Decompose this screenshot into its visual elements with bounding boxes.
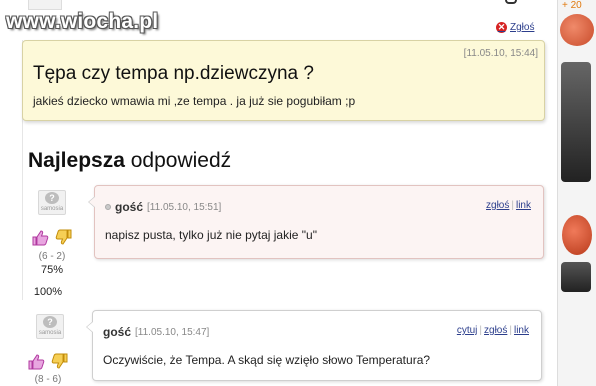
vote-score: (8 - 6) — [34, 374, 62, 385]
avatar[interactable]: ? samosia — [38, 190, 66, 215]
report-link[interactable]: ✕ Zgłoś — [496, 22, 534, 33]
question-time: [11.05.10, 15:44] — [463, 48, 538, 59]
ad-character-icon — [562, 215, 592, 255]
link-separator: | — [509, 325, 512, 336]
link-separator: | — [511, 200, 514, 211]
ad-phone-image — [561, 262, 591, 292]
side-ad-strip[interactable] — [557, 0, 596, 386]
thumb-down-icon[interactable] — [54, 229, 72, 245]
answer-time: [11.05.10, 15:47] — [135, 326, 210, 338]
ad-plus-label: + 20 — [562, 0, 582, 11]
bubble-arrow — [88, 196, 95, 208]
report-answer-link[interactable]: zgłoś — [486, 200, 509, 211]
watermark: www.wiocha.pl — [6, 10, 159, 33]
avatar-question-icon: ? — [45, 192, 59, 204]
answer-header: gość [11.05.10, 15:47] — [103, 325, 209, 339]
answer-author[interactable]: gość — [115, 200, 143, 214]
vote-percent: 75% — [40, 264, 64, 276]
answer-links: zgłoś | link — [486, 200, 531, 211]
report-answer-link[interactable]: zgłoś — [484, 325, 507, 336]
ad-phone-image — [561, 62, 591, 182]
link-separator: | — [479, 325, 483, 336]
thumb-up-icon[interactable] — [32, 230, 50, 246]
answer-text: napisz pusta, tylko już nie pytaj jakie … — [105, 228, 317, 242]
best-answer-bubble: gość [11.05.10, 15:51] zgłoś | link napisz… — [88, 185, 544, 259]
bubble-arrow — [86, 321, 93, 333]
question-box: [11.05.10, 15:44] Tępa czy tempa np.dzie… — [22, 40, 545, 121]
top-cut-icon — [505, 0, 517, 4]
answer-header: gość [11.05.10, 15:51] — [105, 200, 221, 214]
report-x-icon: ✕ — [496, 22, 507, 33]
avatar[interactable]: ? samosia — [36, 314, 64, 339]
avatar-label: samosia — [38, 330, 62, 336]
answer-time: [11.05.10, 15:51] — [147, 201, 222, 213]
permalink-link[interactable]: link — [514, 325, 529, 336]
status-dot-icon — [105, 204, 111, 210]
question-title: Tępa czy tempa np.dziewczyna ? — [33, 63, 314, 84]
answer-author[interactable]: gość — [103, 325, 131, 339]
vote-score: (6 - 2) — [38, 251, 66, 262]
thumb-up-icon[interactable] — [28, 354, 46, 370]
best-answer-heading-rest: odpowiedź — [124, 149, 232, 172]
vote-percent-below: 100% — [33, 286, 63, 298]
best-answer-heading: Najlepsza odpowiedź — [28, 149, 231, 173]
ad-character-icon — [560, 14, 594, 46]
best-answer-heading-bold: Najlepsza — [28, 149, 125, 172]
avatar-label: samosia — [40, 206, 64, 212]
answer-text: Oczywiście, że Tempa. A skąd się wzięło … — [103, 353, 431, 367]
question-body: jakieś dziecko wmawia mi ,ze tempa . ja … — [33, 94, 356, 108]
answer-bubble: gość [11.05.10, 15:47] cytuj | zgłoś | link … — [86, 310, 542, 381]
answer-links: cytuj | zgłoś | link — [457, 325, 529, 336]
quote-link[interactable]: cytuj — [457, 325, 478, 336]
top-avatar-fragment — [28, 0, 62, 10]
permalink-link[interactable]: link — [516, 200, 531, 211]
report-label: Zgłoś — [510, 22, 535, 33]
thumb-down-icon[interactable] — [50, 353, 68, 369]
avatar-question-icon: ? — [43, 316, 57, 328]
